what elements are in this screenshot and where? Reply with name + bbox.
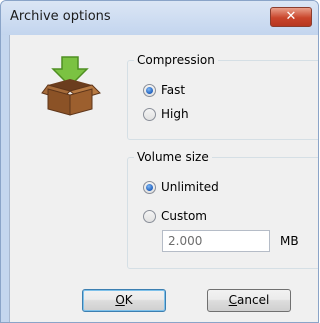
radio-custom[interactable]: Custom <box>143 208 207 224</box>
cancel-button[interactable]: Cancel <box>207 289 291 312</box>
volume-unit-label: MB <box>280 234 299 248</box>
radio-fast-indicator[interactable] <box>143 83 156 97</box>
title-bar[interactable]: Archive options ✕ <box>1 1 318 35</box>
close-icon: ✕ <box>285 9 297 24</box>
ok-mnemonic: O <box>115 293 125 307</box>
radio-unlimited-indicator[interactable] <box>143 180 156 194</box>
archive-box-icon <box>41 56 101 116</box>
cancel-label-rest: ancel <box>237 293 270 307</box>
radio-high-label[interactable]: High <box>161 106 189 122</box>
ok-label-rest: K <box>124 293 133 307</box>
volume-size-legend: Volume size <box>134 150 212 164</box>
radio-high[interactable]: High <box>143 106 189 122</box>
volume-size-input[interactable] <box>162 230 270 252</box>
volume-size-group: Volume size Unlimited Custom MB <box>127 150 318 269</box>
cancel-mnemonic: C <box>228 293 238 307</box>
compression-legend: Compression <box>134 53 218 67</box>
radio-unlimited-label[interactable]: Unlimited <box>161 179 219 195</box>
window-title: Archive options <box>10 9 111 24</box>
radio-fast[interactable]: Fast <box>143 82 185 98</box>
radio-custom-label[interactable]: Custom <box>161 208 207 224</box>
ok-button[interactable]: OK <box>82 289 166 312</box>
radio-high-indicator[interactable] <box>143 107 156 121</box>
radio-fast-label[interactable]: Fast <box>161 82 185 98</box>
dialog-window: Archive options ✕ Compression Fast High … <box>0 0 319 323</box>
dialog-body: Compression Fast High Volume size Unlimi… <box>9 35 318 322</box>
radio-unlimited[interactable]: Unlimited <box>143 179 219 195</box>
close-button[interactable]: ✕ <box>270 7 312 27</box>
compression-group: Compression Fast High <box>127 53 318 140</box>
radio-custom-indicator[interactable] <box>143 209 156 223</box>
